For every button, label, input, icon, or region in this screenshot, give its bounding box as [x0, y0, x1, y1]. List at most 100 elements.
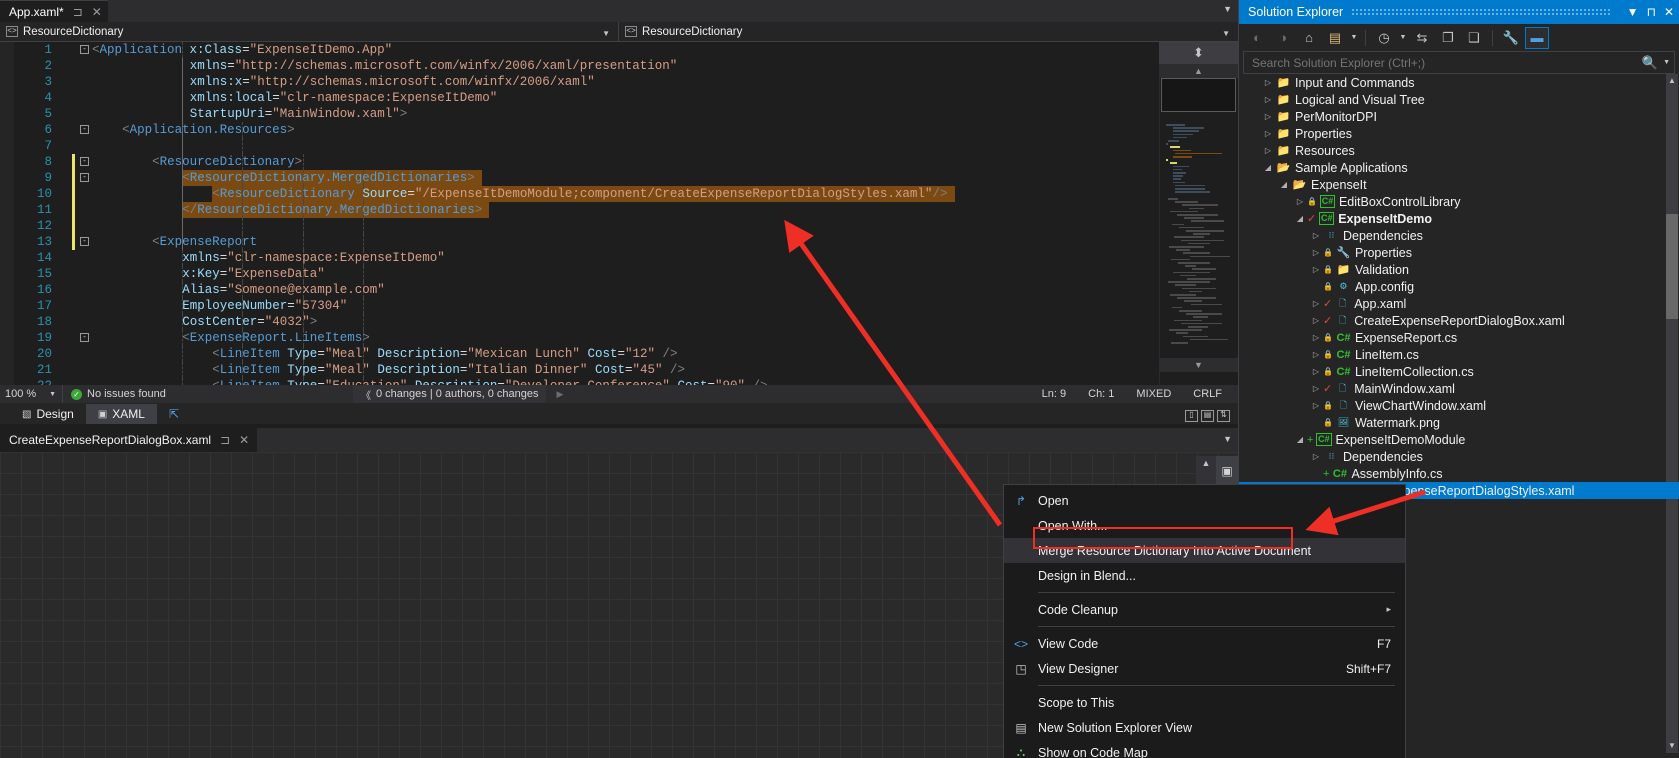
- tree-item[interactable]: ▷🔒C#EditBoxControlLibrary: [1239, 193, 1679, 210]
- tree-item[interactable]: ▷✓🗋App.xaml: [1239, 295, 1679, 312]
- tree-item[interactable]: +C#AssemblyInfo.cs: [1239, 465, 1679, 482]
- solution-explorer-title-bar[interactable]: Solution Explorer ▼ ⊓ ✕: [1239, 0, 1679, 24]
- tree-item[interactable]: ◢📂ExpenseIt: [1239, 176, 1679, 193]
- code-line[interactable]: 2 xmlns="http://schemas.microsoft.com/wi…: [14, 58, 1159, 74]
- code-line[interactable]: 21 <LineItem Type="Meal" Description="It…: [14, 362, 1159, 378]
- code-editor[interactable]: 1-<Application x:Class="ExpenseItDemo.Ap…: [0, 42, 1238, 385]
- pin-icon[interactable]: ⊓: [1647, 6, 1656, 18]
- code-line[interactable]: 4 xmlns:local="clr-namespace:ExpenseItDe…: [14, 90, 1159, 106]
- collapse-all-icon[interactable]: ❐: [1436, 27, 1460, 49]
- menu-item[interactable]: ◳View DesignerShift+F7: [1004, 656, 1405, 681]
- chevron-right-icon[interactable]: ▷: [1309, 316, 1323, 325]
- search-solution-explorer[interactable]: 🔍 ▼: [1243, 51, 1675, 74]
- document-tab-app-xaml[interactable]: App.xaml* ⊐ ✕: [0, 0, 108, 22]
- tree-item[interactable]: 🔒🖼Watermark.png: [1239, 414, 1679, 431]
- chevron-right-icon[interactable]: ▷: [1261, 129, 1275, 138]
- document-tab-create-expense-report-dialog-box[interactable]: CreateExpenseReportDialogBox.xaml ⊐ ✕: [0, 428, 257, 452]
- code-line[interactable]: 17 EmployeeNumber="57304": [14, 298, 1159, 314]
- code-line[interactable]: 8- <ResourceDictionary>: [14, 154, 1159, 170]
- zoom-level-selector[interactable]: 100 % ▼: [0, 388, 62, 400]
- tree-item[interactable]: ◢📂Sample Applications: [1239, 159, 1679, 176]
- code-line[interactable]: 15 x:Key="ExpenseData": [14, 266, 1159, 282]
- search-icon[interactable]: 🔍: [1642, 55, 1658, 71]
- tab-design[interactable]: ▧ Design: [10, 404, 86, 424]
- back-icon[interactable]: ◐: [1245, 27, 1269, 49]
- code-line[interactable]: 16 Alias="Someone@example.com": [14, 282, 1159, 298]
- chevron-down-icon[interactable]: ◢: [1261, 163, 1275, 172]
- chevron-down-icon[interactable]: ▼: [1349, 34, 1359, 41]
- issues-status[interactable]: ✓ No issues found: [63, 388, 263, 400]
- menu-item[interactable]: <>View CodeF7: [1004, 631, 1405, 656]
- chevron-right-icon[interactable]: ▷: [1293, 197, 1307, 206]
- scroll-up-icon[interactable]: ▲: [1159, 64, 1238, 78]
- encoding-indicator[interactable]: MIXED: [1136, 388, 1171, 400]
- tree-item[interactable]: ▷🔒📁Validation: [1239, 261, 1679, 278]
- fold-toggle-icon[interactable]: -: [80, 45, 89, 54]
- chevron-down-icon[interactable]: ▼: [1222, 29, 1230, 38]
- chevron-right-icon[interactable]: ▷: [1309, 265, 1323, 274]
- tree-item[interactable]: ▷🔒🔧Properties: [1239, 244, 1679, 261]
- chevron-right-icon[interactable]: ▷: [1309, 384, 1323, 393]
- chevron-right-icon[interactable]: ▷: [1309, 333, 1323, 342]
- designer-artboard-icon[interactable]: ▣: [1216, 456, 1238, 486]
- chevron-right-icon[interactable]: ▷: [1309, 299, 1323, 308]
- code-line[interactable]: 3 xmlns:x="http://schemas.microsoft.com/…: [14, 74, 1159, 90]
- chevron-right-icon[interactable]: ▷: [1309, 248, 1323, 257]
- navbar-member-dropdown-right[interactable]: <> ResourceDictionary ▼: [618, 22, 1238, 42]
- code-lens-changes[interactable]: 《 0 changes | 0 authors, 0 changes: [353, 385, 546, 403]
- chevron-down-icon[interactable]: ◢: [1277, 180, 1291, 189]
- minimap-viewport-thumb[interactable]: [1161, 78, 1236, 112]
- code-line[interactable]: 5 StartupUri="MainWindow.xaml">: [14, 106, 1159, 122]
- chevron-right-icon[interactable]: ▷: [1309, 367, 1323, 376]
- code-line[interactable]: 6- <Application.Resources>: [14, 122, 1159, 138]
- tree-item[interactable]: ▷✓🗋MainWindow.xaml: [1239, 380, 1679, 397]
- chevron-down-icon[interactable]: ▼: [49, 391, 56, 398]
- tab-xaml[interactable]: ▣ XAML: [86, 404, 157, 424]
- code-line[interactable]: 22 <LineItem Type="Education" Descriptio…: [14, 378, 1159, 385]
- preview-selected-items-icon[interactable]: ▬: [1525, 27, 1549, 49]
- code-line[interactable]: 7: [14, 138, 1159, 154]
- chevron-right-icon[interactable]: ▷: [1309, 350, 1323, 359]
- scroll-down-icon[interactable]: ▼: [1666, 739, 1678, 753]
- fold-toggle-icon[interactable]: -: [80, 237, 89, 246]
- split-vertical-icon[interactable]: ▯: [1185, 410, 1198, 422]
- scroll-down-icon[interactable]: ▼: [1159, 358, 1238, 372]
- horizontal-scroll-right-icon[interactable]: ▶: [556, 389, 563, 400]
- chevron-down-icon[interactable]: ▼: [1223, 4, 1232, 14]
- chevron-right-icon[interactable]: ▷: [1261, 95, 1275, 104]
- tree-item[interactable]: ▷⁝⁝Dependencies: [1239, 448, 1679, 465]
- chevron-down-icon[interactable]: ◢: [1293, 435, 1307, 444]
- sync-with-active-document-icon[interactable]: ▤: [1323, 27, 1347, 49]
- navbar-member-dropdown-left[interactable]: <> ResourceDictionary ▼: [0, 22, 618, 42]
- tree-item[interactable]: 🔒⚙App.config: [1239, 278, 1679, 295]
- pending-changes-icon[interactable]: ◷: [1372, 27, 1396, 49]
- fold-toggle-icon[interactable]: -: [80, 157, 89, 166]
- chevron-down-icon[interactable]: ▼: [1398, 34, 1408, 41]
- forward-icon[interactable]: ◑: [1271, 27, 1295, 49]
- fold-toggle-icon[interactable]: -: [80, 125, 89, 134]
- menu-item[interactable]: Merge Resource Dictionary Into Active Do…: [1004, 538, 1405, 563]
- code-line[interactable]: 12: [14, 218, 1159, 234]
- tree-item[interactable]: ▷🔒C#LineItem.cs: [1239, 346, 1679, 363]
- tree-item[interactable]: ▷📁Logical and Visual Tree: [1239, 91, 1679, 108]
- chevron-right-icon[interactable]: ▷: [1261, 146, 1275, 155]
- tree-item[interactable]: ▷📁PerMonitorDPI: [1239, 108, 1679, 125]
- properties-icon[interactable]: 🔧: [1499, 27, 1523, 49]
- menu-item[interactable]: ↱Open: [1004, 488, 1405, 513]
- code-line[interactable]: 18 CostCenter="4032">: [14, 314, 1159, 330]
- home-icon[interactable]: ⌂: [1297, 27, 1321, 49]
- tree-item[interactable]: ▷📁Input and Commands: [1239, 74, 1679, 91]
- code-line[interactable]: 11 </ResourceDictionary.MergedDictionari…: [14, 202, 1159, 218]
- editor-split-handle-icon[interactable]: ⬍: [1159, 42, 1238, 64]
- tree-item[interactable]: ▷📁Properties: [1239, 125, 1679, 142]
- code-line[interactable]: 9- <ResourceDictionary.MergedDictionarie…: [14, 170, 1159, 186]
- tree-item[interactable]: ▷⁝⁝Dependencies: [1239, 227, 1679, 244]
- refresh-icon[interactable]: ⇆: [1410, 27, 1434, 49]
- code-line[interactable]: 10 <ResourceDictionary Source="/ExpenseI…: [14, 186, 1159, 202]
- tree-item[interactable]: ◢+C#ExpenseItDemoModule: [1239, 431, 1679, 448]
- tree-item[interactable]: ▷🔒C#LineItemCollection.cs: [1239, 363, 1679, 380]
- fold-toggle-icon[interactable]: -: [80, 173, 89, 182]
- pin-icon[interactable]: ⊐: [73, 6, 83, 18]
- code-line[interactable]: 19- <ExpenseReport.LineItems>: [14, 330, 1159, 346]
- chevron-down-icon[interactable]: ▼: [1223, 434, 1232, 444]
